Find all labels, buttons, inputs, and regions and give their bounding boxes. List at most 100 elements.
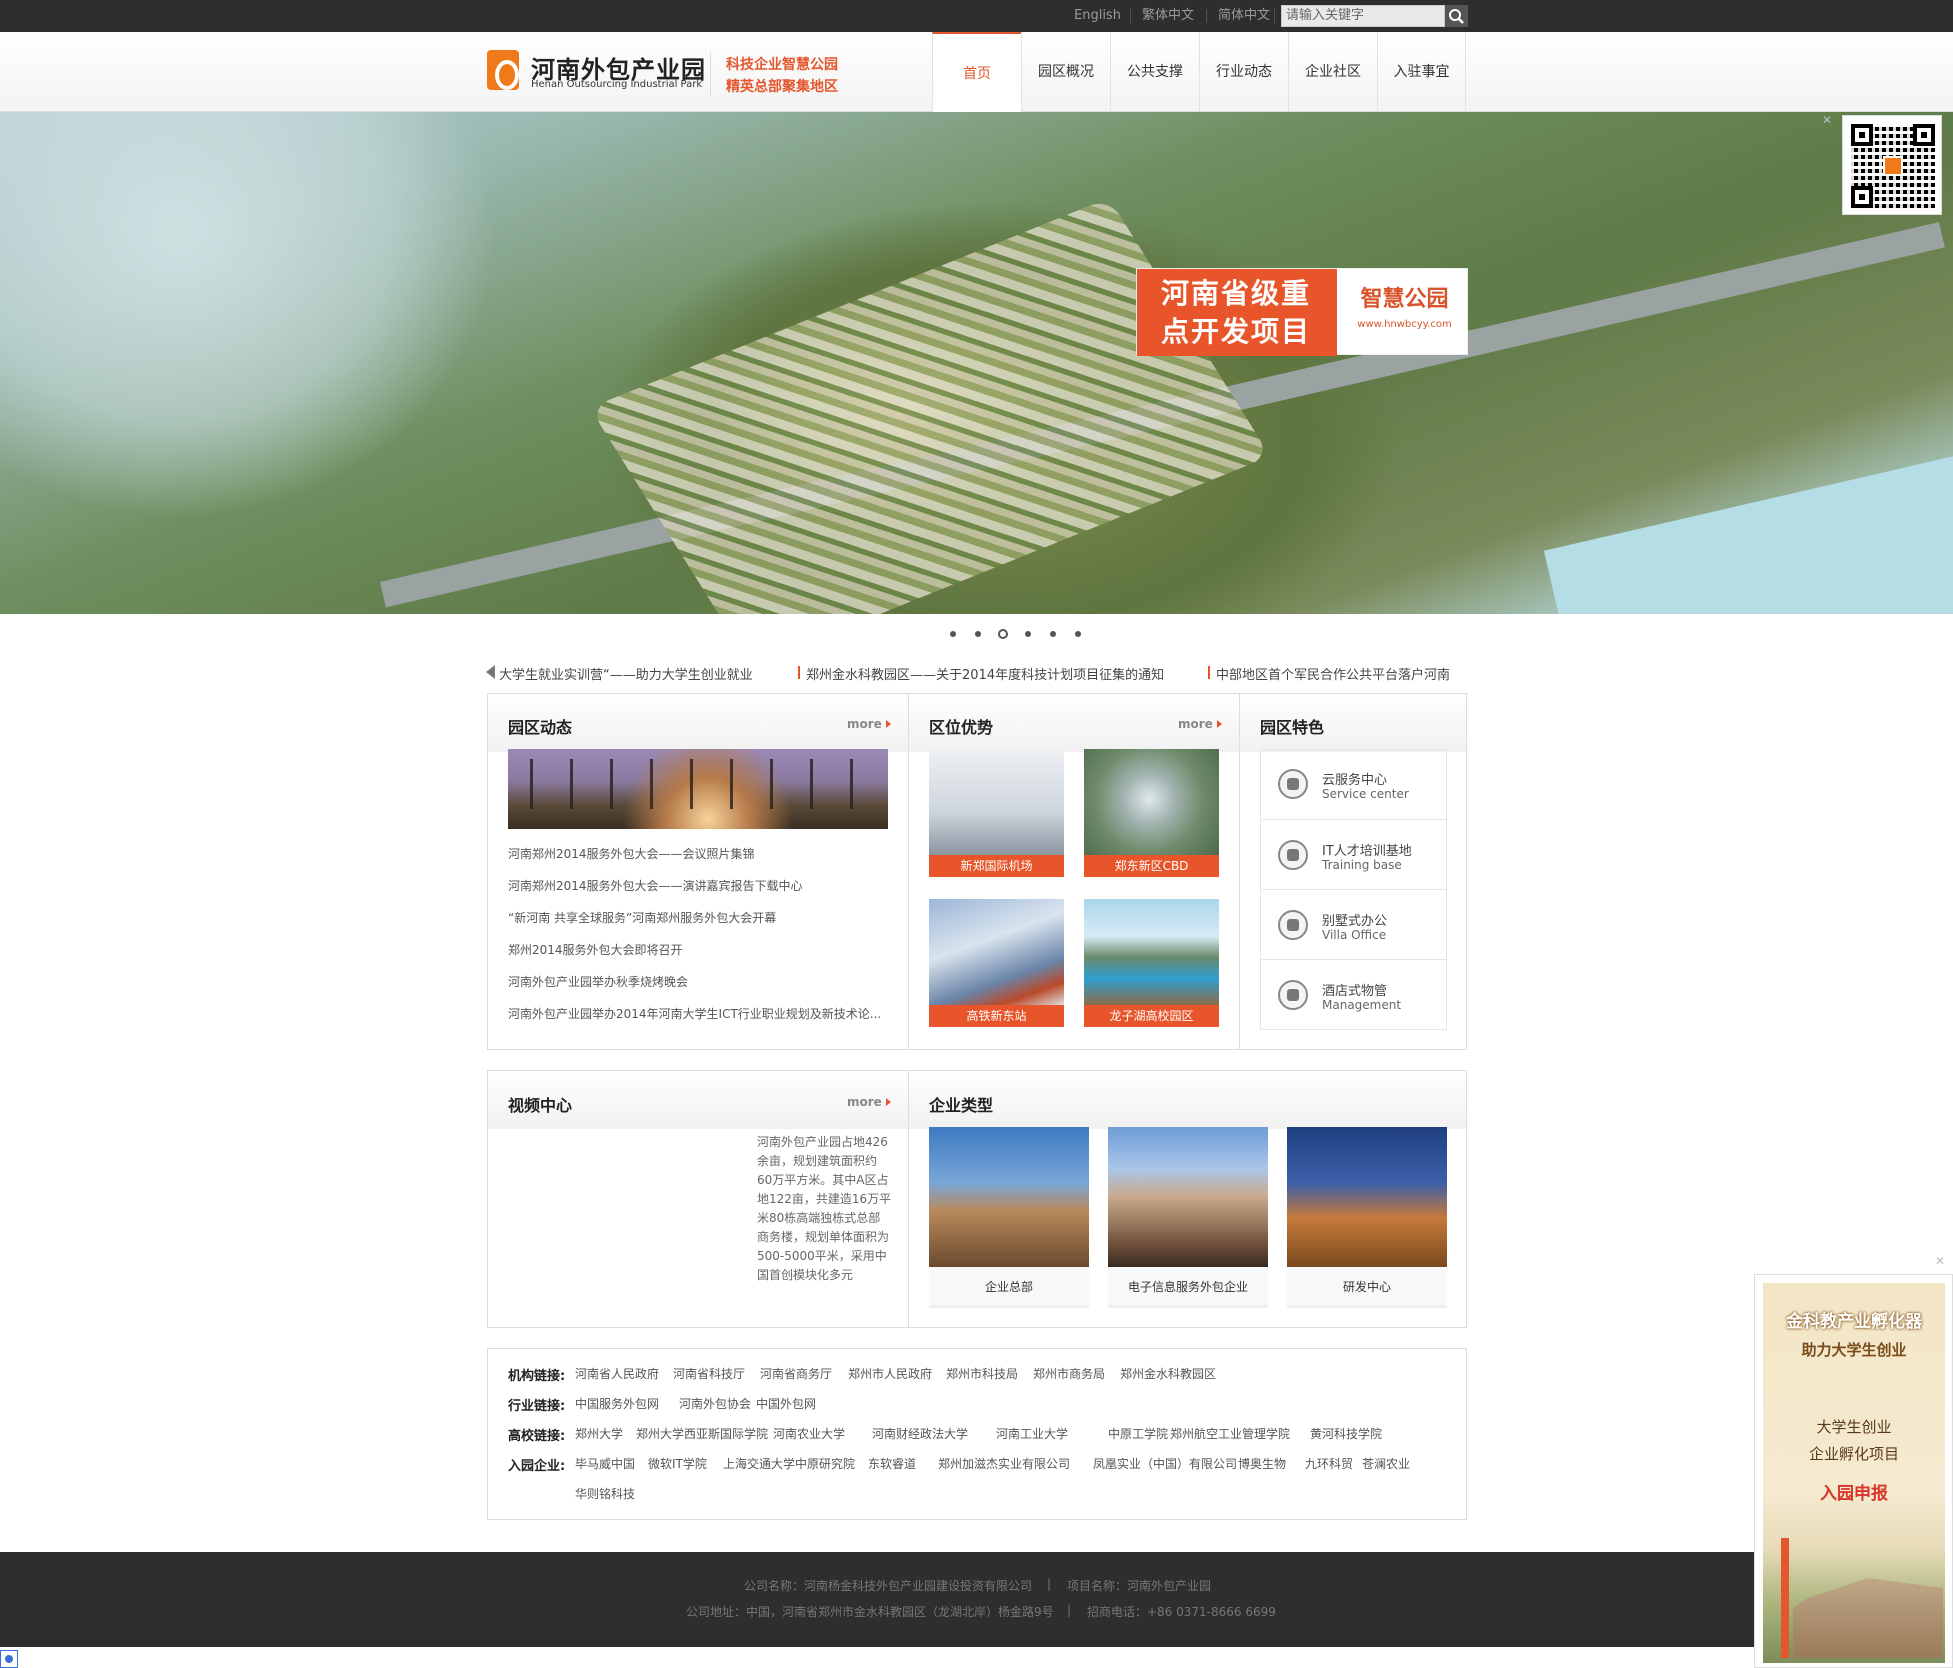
friend-link[interactable]: 黄河科技学院: [1310, 1425, 1382, 1442]
slider-dot[interactable]: [1050, 631, 1056, 637]
nav-overview[interactable]: 园区概况: [1021, 32, 1110, 112]
nav-public-support[interactable]: 公共支撑: [1110, 32, 1199, 112]
feature-item[interactable]: 别墅式办公 Villa Office: [1260, 889, 1446, 959]
links-row-label: 机构链接:: [508, 1369, 566, 1384]
banner-city-render: [589, 197, 1271, 614]
friend-link[interactable]: 郑州市人民政府: [848, 1365, 932, 1382]
nav-industry-news[interactable]: 行业动态: [1199, 32, 1288, 112]
feature-item[interactable]: IT人才培训基地 Training base: [1260, 819, 1446, 889]
side-ad-cta[interactable]: 入园申报: [1763, 1479, 1945, 1504]
friend-link[interactable]: 郑州航空工业管理学院: [1170, 1425, 1290, 1442]
side-ad-line: 企业孵化项目: [1808, 1445, 1899, 1463]
slider-dot[interactable]: [1025, 631, 1031, 637]
list-item[interactable]: 河南郑州2014服务外包大会——演讲嘉宾报告下载中心: [508, 877, 803, 894]
search-icon: [1449, 9, 1464, 24]
paw-icon[interactable]: [0, 1650, 18, 1668]
friend-link[interactable]: 郑州市科技局: [946, 1365, 1018, 1382]
list-item[interactable]: “新河南 共享全球服务”河南郑州服务外包大会开幕: [508, 909, 776, 926]
park-news-more-link[interactable]: more: [847, 717, 891, 731]
lang-english-link[interactable]: English: [1074, 0, 1121, 32]
location-card-campus[interactable]: 龙子湖高校园区: [1084, 899, 1219, 1029]
side-ad[interactable]: 金科教产业孵化器 助力大学生创业 大学生创业 企业孵化项目 入园申报: [1754, 1274, 1953, 1668]
friend-link[interactable]: 河南省人民政府: [575, 1365, 659, 1382]
promo-title-line: 河南省级重: [1161, 277, 1312, 310]
friend-link[interactable]: 河南农业大学: [773, 1425, 845, 1442]
search-input[interactable]: 请输入关键字: [1281, 5, 1445, 27]
friend-link[interactable]: 九环科贸: [1305, 1455, 1353, 1472]
divider: [908, 1071, 909, 1327]
park-news-image[interactable]: [508, 749, 888, 829]
nav-settle-in[interactable]: 入驻事宜: [1377, 32, 1466, 112]
friend-link[interactable]: 郑州市商务局: [1033, 1365, 1105, 1382]
feature-item[interactable]: 酒店式物管 Management: [1260, 959, 1446, 1029]
lang-traditional-link[interactable]: 繁体中文: [1142, 0, 1194, 32]
friend-link[interactable]: 上海交通大学中原研究院: [723, 1455, 855, 1472]
friend-link[interactable]: 中原工学院: [1108, 1425, 1168, 1442]
ticker-item[interactable]: 中部地区首个军民合作公共平台落户河南: [1216, 664, 1450, 683]
friend-link[interactable]: 苍澜农业: [1362, 1455, 1410, 1472]
promo-url: www.hnwbcyy.com: [1357, 319, 1452, 330]
enterprise-card-it[interactable]: 电子信息服务外包企业: [1108, 1127, 1268, 1308]
links-row-label: 行业链接:: [508, 1399, 566, 1414]
location-card-airport[interactable]: 新郑国际机场: [929, 749, 1064, 879]
friend-link[interactable]: 华则铭科技: [575, 1485, 635, 1502]
list-item[interactable]: 河南外包产业园举办秋季烧烤晚会: [508, 973, 688, 990]
friend-link[interactable]: 河南省商务厅: [760, 1365, 832, 1382]
qr-logo-icon: [1883, 156, 1903, 176]
ticker-item[interactable]: 大学生就业实训营“——助力大学生创业就业: [499, 664, 753, 683]
logo-icon[interactable]: [487, 50, 519, 90]
location-title: 区位优势: [929, 718, 994, 737]
divider: [1130, 9, 1131, 23]
friend-link[interactable]: 河南外包协会: [679, 1395, 751, 1412]
slider-dot[interactable]: [950, 631, 956, 637]
footer-company: 公司名称：河南杨金科技外包产业园建设投资有限公司: [744, 1579, 1033, 1593]
features-title: 园区特色: [1260, 718, 1325, 737]
nav-home[interactable]: 首页: [932, 32, 1021, 112]
location-more-link[interactable]: more: [1178, 717, 1222, 731]
slider-dot[interactable]: [1075, 631, 1081, 637]
list-item[interactable]: 郑州2014服务外包大会即将召开: [508, 941, 683, 958]
friend-link[interactable]: 郑州大学: [575, 1425, 623, 1442]
park-news-title: 园区动态: [508, 718, 573, 737]
side-ad-close-icon[interactable]: ✕: [1935, 1254, 1945, 1268]
video-player[interactable]: [508, 1133, 748, 1309]
it-image: [1108, 1127, 1268, 1267]
enterprise-card-hq[interactable]: 企业总部: [929, 1127, 1089, 1308]
friend-link[interactable]: 中国外包网: [756, 1395, 816, 1412]
slider-dot-active[interactable]: [998, 629, 1008, 639]
friend-link[interactable]: 毕马威中国: [575, 1455, 635, 1472]
lang-simplified-link[interactable]: 简体中文: [1218, 0, 1270, 32]
hero-banner[interactable]: [0, 112, 1953, 614]
friend-link[interactable]: 河南工业大学: [996, 1425, 1068, 1442]
promo-title: 河南省级重 点开发项目: [1137, 269, 1337, 356]
airport-image: [929, 749, 1064, 855]
location-card-cbd[interactable]: 郑东新区CBD: [1084, 749, 1219, 879]
friend-link[interactable]: 博奥生物: [1238, 1455, 1286, 1472]
qr-close-icon[interactable]: ✕: [1822, 113, 1832, 127]
divider: [1274, 9, 1275, 23]
search-button[interactable]: [1445, 5, 1468, 27]
banner-promo-card[interactable]: 河南省级重 点开发项目 智慧公园 www.hnwbcyy.com: [1136, 268, 1468, 356]
friend-link[interactable]: 凤凰实业（中国）有限公司: [1093, 1455, 1237, 1472]
person-icon: [1278, 840, 1308, 870]
friend-link[interactable]: 东软睿道: [868, 1455, 916, 1472]
video-more-link[interactable]: more: [847, 1095, 891, 1109]
friend-link[interactable]: 郑州大学西亚斯国际学院: [636, 1425, 768, 1442]
list-item[interactable]: 河南外包产业园举办2014年河南大学生ICT行业职业规划及新技术论...: [508, 1005, 881, 1022]
slider-dot[interactable]: [975, 631, 981, 637]
video-description: 河南外包产业园占地426余亩，规划建筑面积约60万平方米。其中A区占地122亩，…: [757, 1135, 892, 1282]
friend-link[interactable]: 河南财经政法大学: [872, 1425, 968, 1442]
nav-community[interactable]: 企业社区: [1288, 32, 1377, 112]
friend-link[interactable]: 中国服务外包网: [575, 1395, 659, 1412]
friend-link[interactable]: 郑州加滋杰实业有限公司: [938, 1455, 1070, 1472]
feature-item[interactable]: 云服务中心 Service center: [1260, 749, 1446, 819]
news-ticker: 大学生就业实训营“——助力大学生创业就业 郑州金水科教园区——关于2014年度科…: [486, 663, 1466, 683]
friend-link[interactable]: 河南省科技厅: [673, 1365, 745, 1382]
monitor-icon: [1278, 910, 1308, 940]
location-card-station[interactable]: 高铁新东站: [929, 899, 1064, 1029]
list-item[interactable]: 河南郑州2014服务外包大会——会议照片集锦: [508, 845, 755, 862]
friend-link[interactable]: 微软IT学院: [648, 1455, 707, 1472]
ticker-item[interactable]: 郑州金水科教园区——关于2014年度科技计划项目征集的通知: [806, 664, 1164, 683]
enterprise-card-rnd[interactable]: 研发中心: [1287, 1127, 1447, 1308]
friend-link[interactable]: 郑州金水科教园区: [1120, 1365, 1216, 1382]
